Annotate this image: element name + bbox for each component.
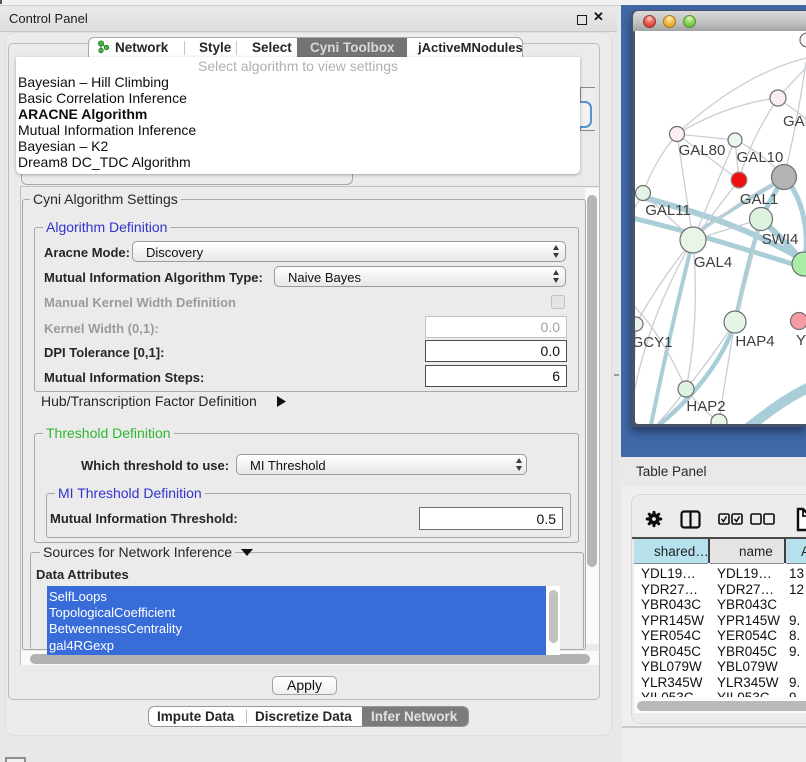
svg-text:GAL1: GAL1 bbox=[740, 191, 778, 208]
svg-text:GAL80: GAL80 bbox=[679, 142, 726, 159]
svg-text:GAL8: GAL8 bbox=[783, 113, 806, 130]
svg-text:GAL11: GAL11 bbox=[645, 202, 691, 219]
svg-text:HAP2: HAP2 bbox=[686, 398, 725, 415]
svg-text:SWI4: SWI4 bbox=[762, 231, 799, 248]
svg-text:GAL4: GAL4 bbox=[694, 254, 732, 271]
svg-text:HAP4: HAP4 bbox=[735, 333, 774, 350]
svg-text:GCY1: GCY1 bbox=[635, 334, 672, 351]
svg-text:YJ: YJ bbox=[796, 332, 806, 349]
svg-text:GAL10: GAL10 bbox=[737, 149, 784, 166]
